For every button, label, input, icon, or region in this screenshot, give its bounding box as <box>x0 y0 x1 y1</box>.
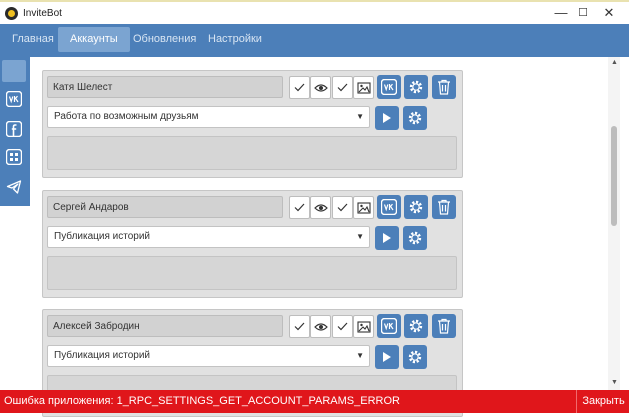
account-name-field[interactable]: Катя Шелест <box>47 76 283 98</box>
image-icon[interactable] <box>353 196 374 219</box>
eye-icon[interactable] <box>310 196 331 219</box>
eye-icon[interactable] <box>310 315 331 338</box>
vk-icon[interactable] <box>5 90 23 108</box>
check-toggle[interactable] <box>332 315 353 338</box>
check-toggle[interactable] <box>289 315 310 338</box>
error-close-button[interactable]: Закрыть <box>576 390 629 413</box>
account-name-field[interactable]: Алексей Забродин <box>47 315 283 337</box>
trash-icon[interactable] <box>432 195 456 219</box>
minimize-button[interactable]: — <box>550 4 572 22</box>
maximize-button[interactable]: ☐ <box>572 4 594 22</box>
trash-icon[interactable] <box>432 75 456 99</box>
check-toggle[interactable] <box>332 196 353 219</box>
play-button[interactable] <box>375 345 399 369</box>
scroll-thumb[interactable] <box>611 126 617 226</box>
check-toggle[interactable] <box>289 76 310 99</box>
facebook-icon[interactable] <box>5 120 23 138</box>
account-name-field[interactable]: Сергей Андаров <box>47 196 283 218</box>
chevron-down-icon: ▼ <box>356 232 364 241</box>
telegram-icon[interactable] <box>5 178 23 196</box>
window-title: InviteBot <box>23 8 62 19</box>
chevron-down-icon: ▼ <box>356 351 364 360</box>
check-toggle[interactable] <box>332 76 353 99</box>
chevron-down-icon: ▼ <box>356 112 364 121</box>
image-icon[interactable] <box>353 315 374 338</box>
task-select[interactable]: Публикация историй ▼ <box>47 226 370 248</box>
check-toggle[interactable] <box>289 196 310 219</box>
play-button[interactable] <box>375 106 399 130</box>
odnoklassniki-icon[interactable] <box>5 148 23 166</box>
gear-icon[interactable] <box>404 75 428 99</box>
task-select-value: Работа по возможным друзьям <box>54 111 199 122</box>
sidebar-selected-item[interactable] <box>2 60 26 82</box>
scroll-down-icon[interactable]: ▼ <box>611 379 618 386</box>
image-icon[interactable] <box>353 76 374 99</box>
task-select[interactable]: Работа по возможным друзьям ▼ <box>47 106 370 128</box>
eye-icon[interactable] <box>310 76 331 99</box>
play-button[interactable] <box>375 226 399 250</box>
gear-icon[interactable] <box>404 314 428 338</box>
gear-icon[interactable] <box>403 226 427 250</box>
title-bar: InviteBot — ☐ ✕ <box>0 2 629 24</box>
scroll-up-icon[interactable]: ▲ <box>611 59 618 66</box>
sidebar <box>0 57 30 206</box>
tab-accounts[interactable]: Аккаунты <box>58 27 130 52</box>
account-log-area <box>47 136 457 170</box>
gear-icon[interactable] <box>403 106 427 130</box>
task-select-value: Публикация историй <box>54 231 151 242</box>
vk-button[interactable] <box>377 195 401 219</box>
tab-home[interactable]: Главная <box>0 27 66 52</box>
task-select-value: Публикация историй <box>54 350 151 361</box>
gear-icon[interactable] <box>403 345 427 369</box>
trash-icon[interactable] <box>432 314 456 338</box>
app-logo-icon <box>5 7 18 20</box>
error-message: Ошибка приложения: 1_RPC_SETTINGS_GET_AC… <box>4 395 400 407</box>
vk-button[interactable] <box>377 314 401 338</box>
error-bar: Ошибка приложения: 1_RPC_SETTINGS_GET_AC… <box>0 390 629 413</box>
account-log-area <box>47 256 457 290</box>
vertical-scrollbar[interactable]: ▲ ▼ <box>608 57 620 390</box>
close-button[interactable]: ✕ <box>598 4 620 22</box>
vk-button[interactable] <box>377 75 401 99</box>
gear-icon[interactable] <box>404 195 428 219</box>
account-card: Сергей Андаров Публикация историй ▼ <box>42 190 463 298</box>
task-select[interactable]: Публикация историй ▼ <box>47 345 370 367</box>
tab-settings[interactable]: Настройки <box>196 27 274 52</box>
account-card: Катя Шелест Работа по возможным друзьям ▼ <box>42 70 463 178</box>
main-nav: Главная Аккаунты Обновления Настройки <box>0 24 629 57</box>
